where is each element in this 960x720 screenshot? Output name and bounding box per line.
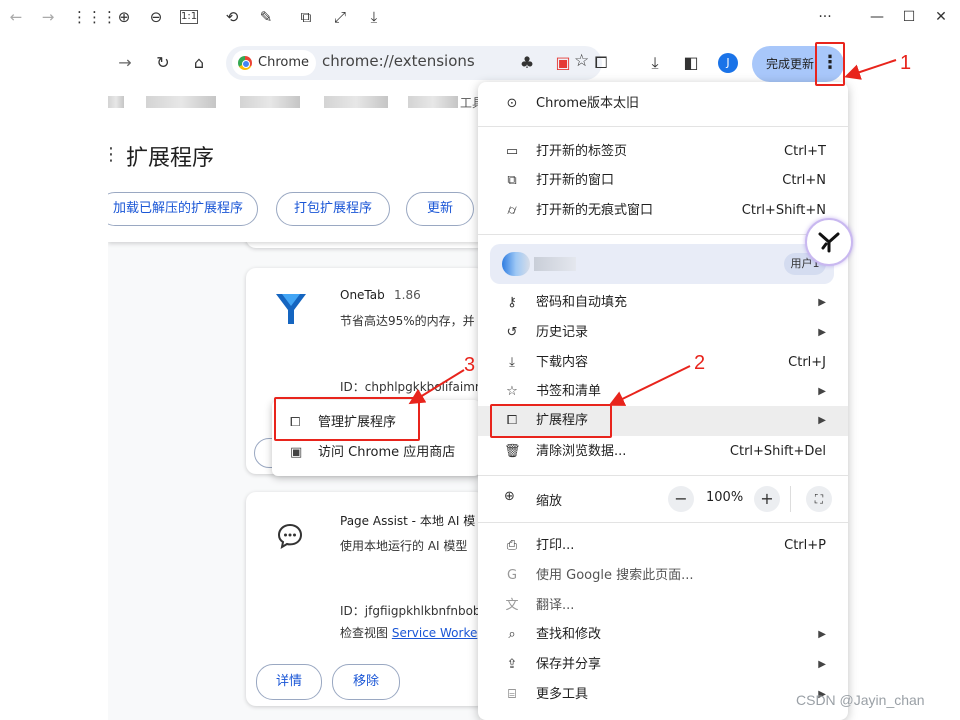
annotation-arrows [408, 59, 897, 406]
watermark: CSDN @Jayin_chan [796, 692, 925, 708]
annotation-number-2: 2 [694, 352, 706, 374]
annotation-number-1: 1 [900, 52, 912, 74]
arrow-2 [608, 365, 691, 406]
annotation-number-3: 3 [464, 354, 476, 376]
arrow-3 [408, 369, 465, 405]
arrow-1 [844, 59, 897, 80]
